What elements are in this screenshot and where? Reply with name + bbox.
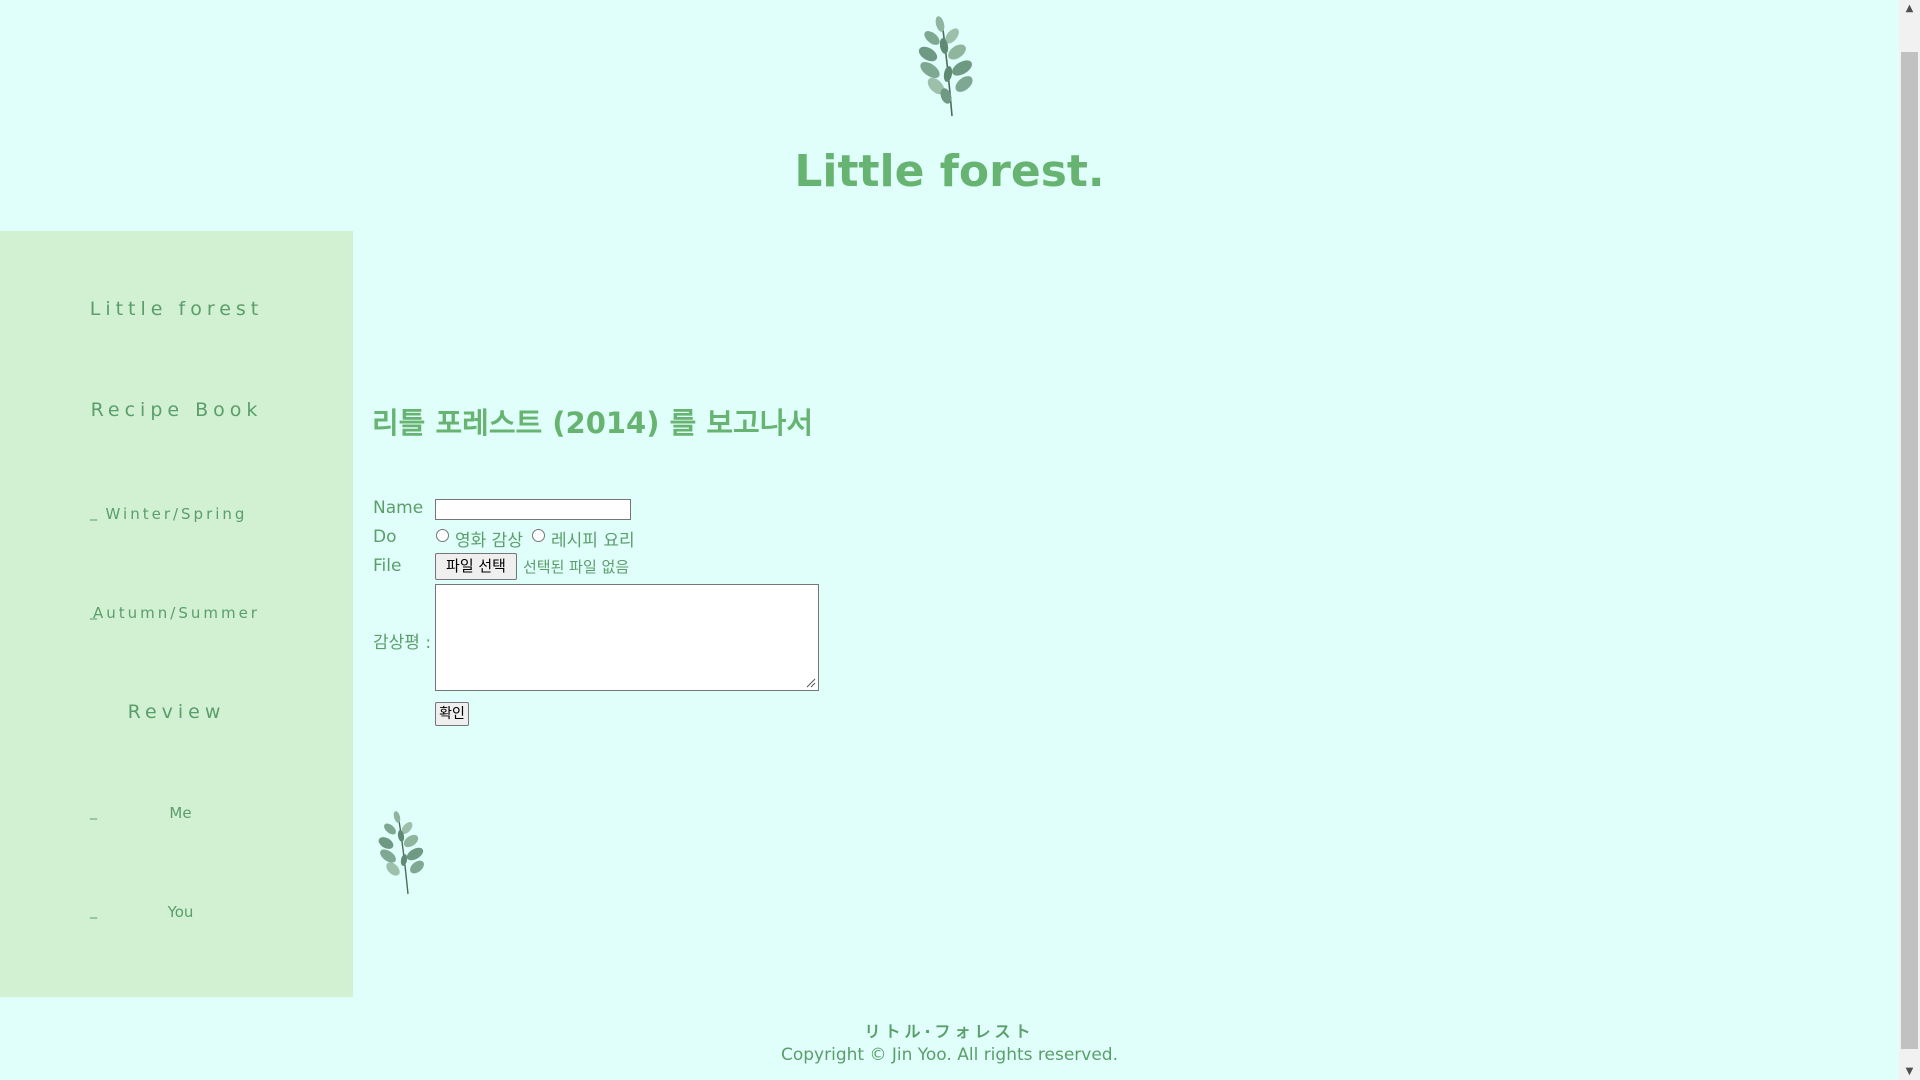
submit-button[interactable]: 확인 (435, 702, 469, 726)
radio-cook-recipe-label: 레시피 요리 (551, 531, 635, 551)
radio-cook-recipe[interactable] (532, 529, 545, 542)
site-title: Little forest. (794, 146, 1105, 197)
file-label: File (373, 556, 402, 576)
resize-grip-icon[interactable] (806, 678, 816, 688)
sidebar-item-dash: _ (90, 903, 97, 919)
name-input[interactable] (435, 499, 631, 520)
eucalyptus-leaf-icon (378, 811, 424, 895)
sidebar-item-label: Me (169, 804, 192, 822)
eucalyptus-leaf-icon (918, 16, 973, 117)
sidebar: Little forest Recipe Book _ Winter/Sprin… (0, 231, 353, 997)
scroll-down-arrow-icon[interactable]: ▼ (1899, 1063, 1920, 1080)
radio-watch-movie-label: 영화 감상 (455, 531, 523, 551)
sidebar-item-dash: _ (90, 505, 100, 521)
sidebar-item-label: Winter/Spring (105, 505, 248, 523)
sidebar-item-dash: _ (90, 804, 97, 820)
file-status: 선택된 파일 없음 (523, 558, 630, 576)
footer-copyright: Copyright © Jin Yoo. All rights reserved… (780, 1045, 1118, 1065)
sidebar-item-little-forest[interactable]: Little forest (0, 298, 353, 320)
review-textarea[interactable] (435, 584, 819, 691)
scroll-up-arrow-icon[interactable]: ▲ (1899, 0, 1920, 17)
sidebar-item-review[interactable]: Review (0, 701, 353, 723)
sidebar-item-winter-spring[interactable]: _ Winter/Spring (0, 505, 353, 523)
sidebar-item-you[interactable]: _ You (0, 903, 353, 921)
sidebar-item-recipe-book[interactable]: Recipe Book (0, 399, 353, 421)
sidebar-item-autumn-summer[interactable]: _ Autumn/Summer (0, 604, 353, 622)
scroll-thumb[interactable] (1901, 52, 1918, 1049)
header: Little forest. (0, 0, 1899, 230)
do-label: Do (373, 527, 397, 547)
page-title: 리틀 포레스트 (2014) 를 보고나서 (372, 406, 814, 440)
file-choose-button[interactable]: 파일 선택 (435, 553, 517, 580)
name-label: Name (373, 498, 424, 518)
review-label: 감상평 : (373, 633, 432, 653)
sidebar-item-label: Autumn/Summer (93, 604, 260, 622)
sidebar-item-me[interactable]: _ Me (0, 804, 353, 822)
sidebar-item-label: You (167, 903, 194, 921)
page: Little forest. Little forest Recipe Book… (0, 0, 1899, 1080)
vertical-scrollbar[interactable]: ▲ ▼ (1899, 0, 1920, 1080)
sidebar-item-dash: _ (90, 604, 100, 620)
footer-title: リトル·フォレスト (864, 1022, 1035, 1041)
radio-watch-movie[interactable] (436, 529, 449, 542)
